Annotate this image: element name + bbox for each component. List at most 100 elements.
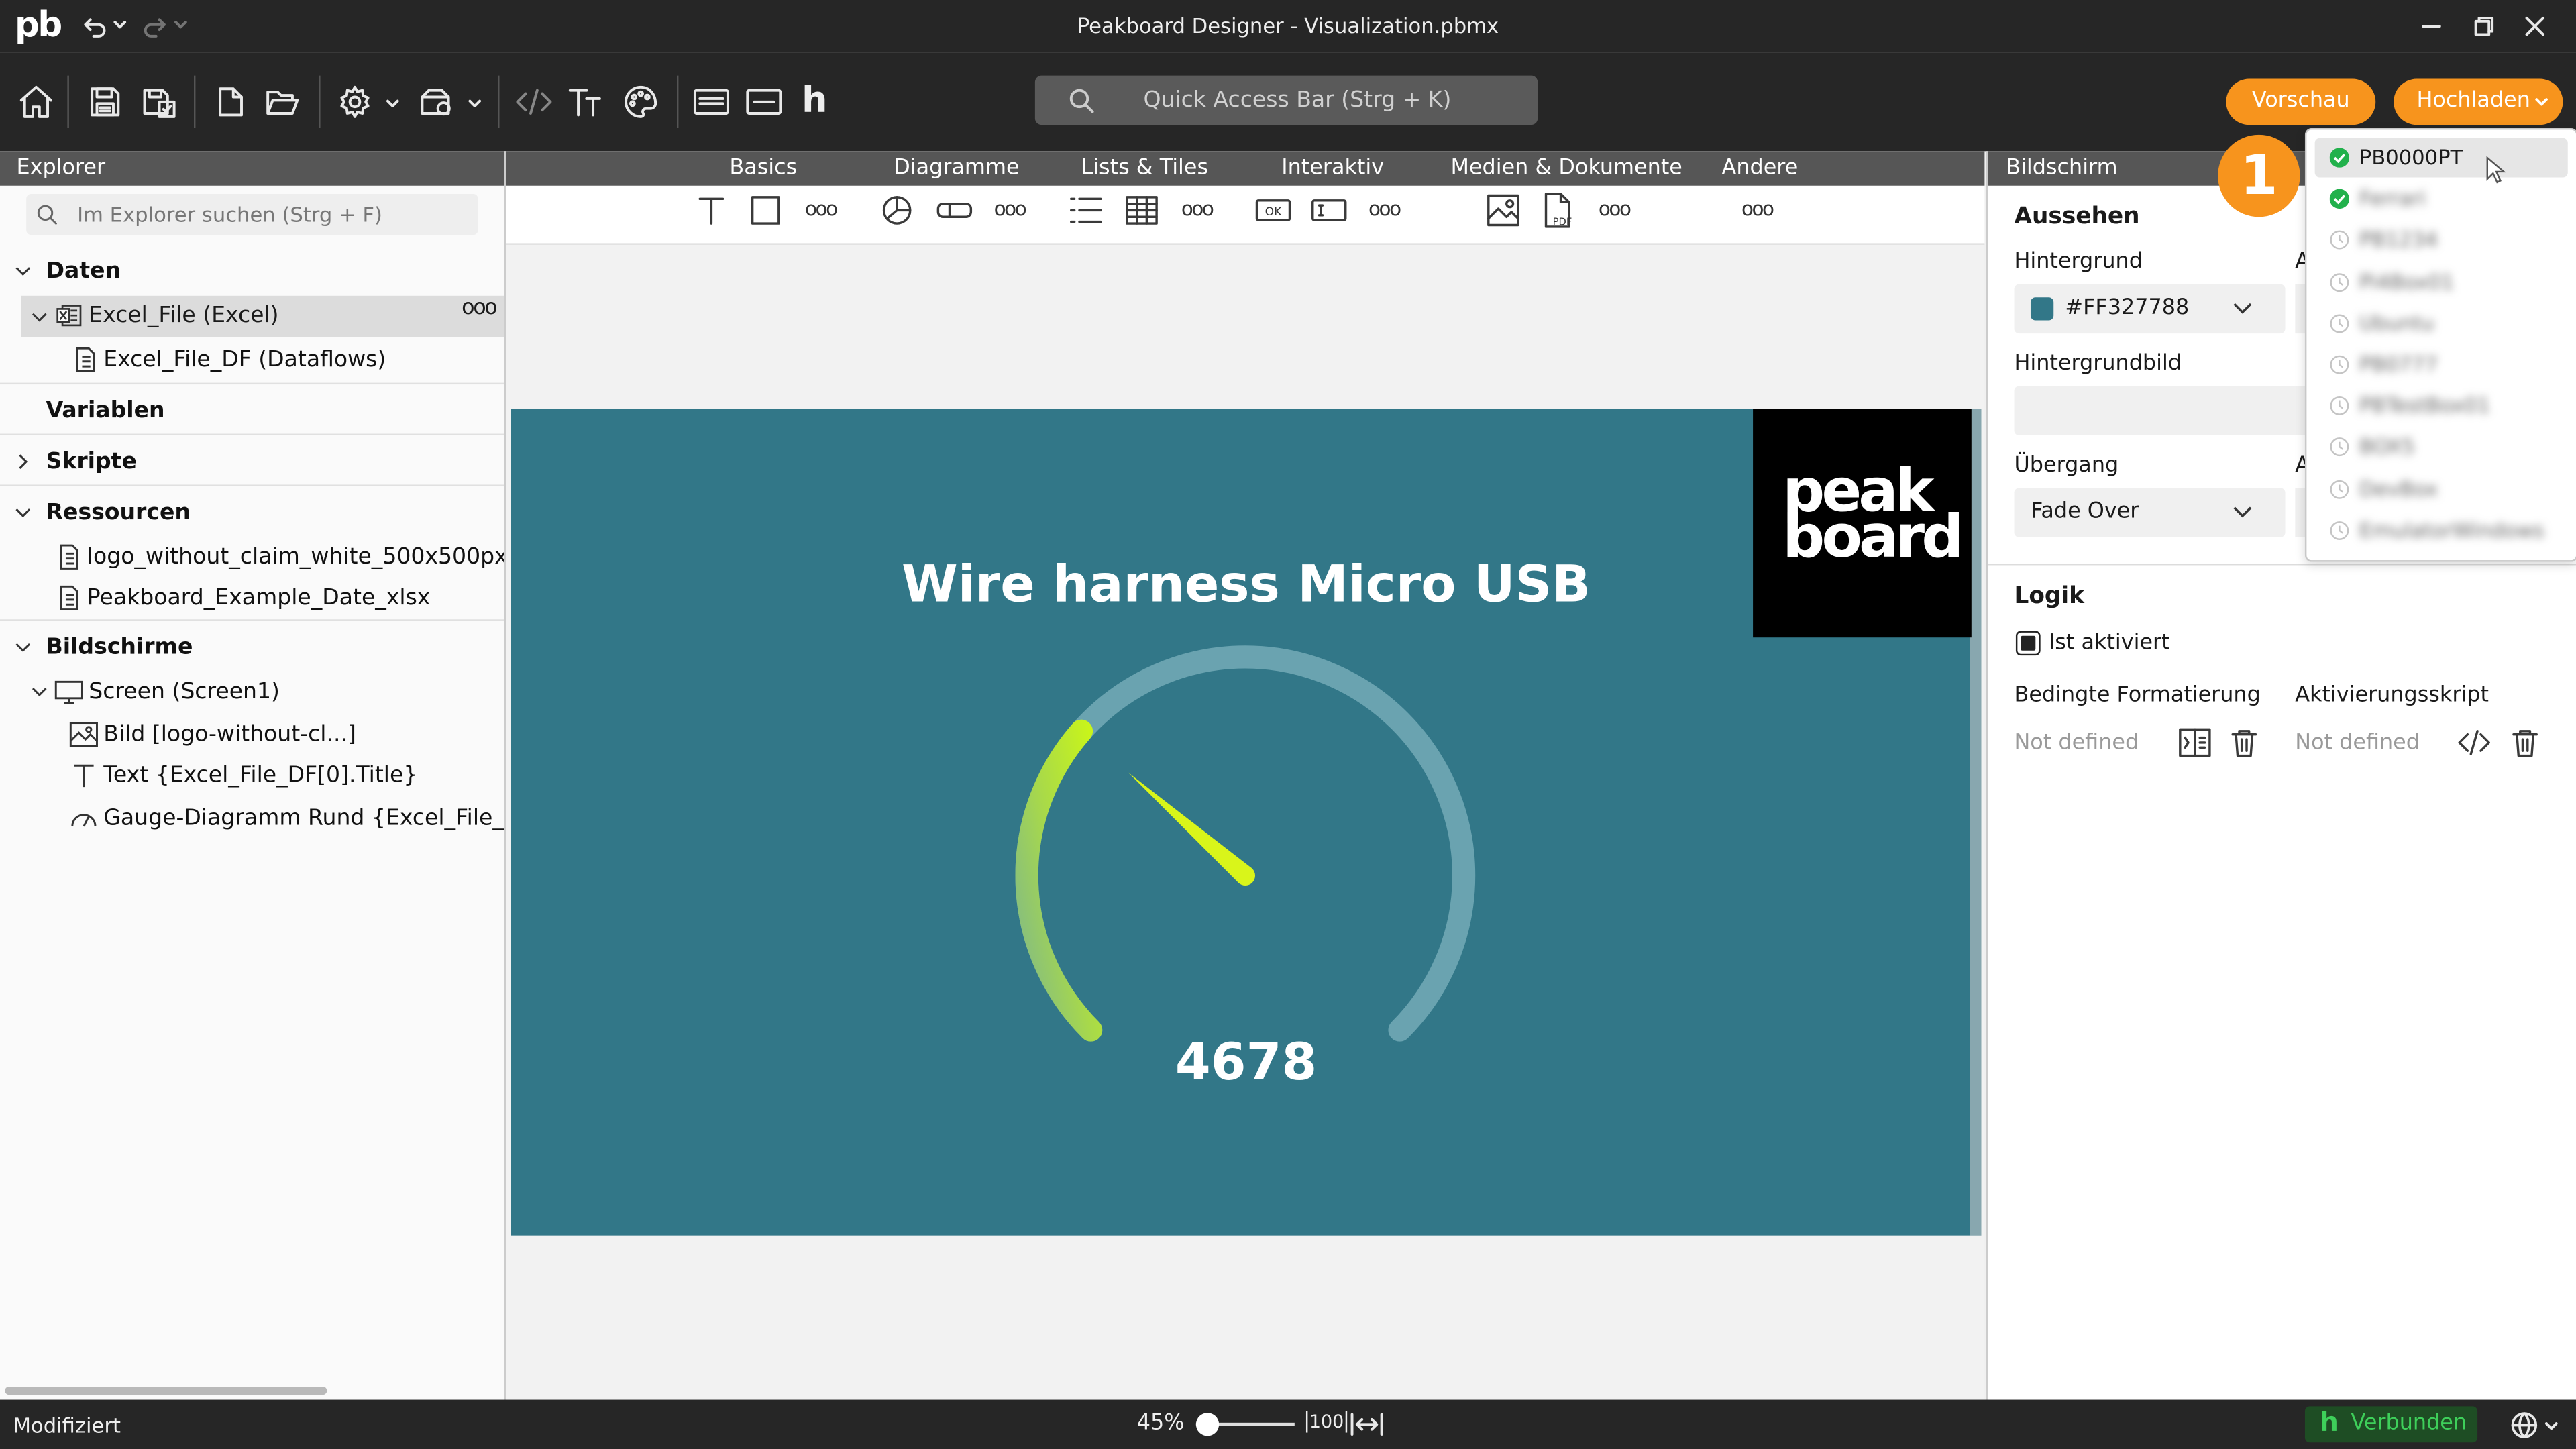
image-control-icon[interactable]	[1485, 193, 1521, 229]
medien-more-icon[interactable]: ooo	[1599, 197, 1631, 220]
tree-item-excel-file-df[interactable]: Excel_File_DF (Dataflows)	[0, 340, 504, 380]
fit-width-icon[interactable]	[1349, 1411, 1385, 1438]
upload-box-item[interactable]: BOX5	[2315, 428, 2568, 468]
delete-script-icon[interactable]	[2509, 726, 2542, 759]
delete-formatting-icon[interactable]	[2228, 726, 2261, 759]
button-control-icon[interactable]: OK	[1255, 194, 1291, 227]
ist-aktiviert-checkbox[interactable]	[2015, 631, 2041, 656]
zoom-slider-thumb[interactable]	[1195, 1413, 1220, 1436]
palette-category-interaktiv[interactable]: Interaktiv	[1281, 156, 1384, 181]
tree-item-bild[interactable]: Bild [logo-without-cl...]	[0, 714, 504, 754]
peakboard-box-icon[interactable]	[692, 82, 731, 121]
explorer-horizontal-scrollbar[interactable]	[5, 1386, 327, 1395]
open-folder-icon[interactable]	[263, 82, 303, 121]
code-icon[interactable]	[515, 82, 554, 121]
tree-item-resource-logo-label: logo_without_claim_white_500x500px_png	[87, 543, 504, 570]
chevron-down-icon[interactable]	[15, 504, 31, 521]
upload-box-name: Pi4Box01	[2359, 268, 2455, 294]
rectangle-control-icon[interactable]	[749, 194, 782, 227]
hub-icon[interactable]: h	[802, 80, 827, 121]
edit-script-icon[interactable]	[2456, 726, 2492, 759]
basics-more-icon[interactable]: ooo	[805, 197, 838, 220]
upload-box-item[interactable]: Pi4Box01	[2315, 262, 2568, 302]
upload-box-item[interactable]: DevBox	[2315, 469, 2568, 508]
tree-item-excel-file[interactable]: Excel_File (Excel) ooo	[21, 295, 504, 337]
pdf-control-icon[interactable]: PDF	[1541, 193, 1577, 229]
uebergang-select[interactable]: Fade Over	[2014, 488, 2286, 537]
andere-more-icon[interactable]: ooo	[1741, 197, 1774, 220]
chevron-down-icon[interactable]	[32, 309, 48, 325]
connected-badge[interactable]: h Verbunden	[2304, 1406, 2478, 1443]
settings-icon[interactable]	[335, 82, 375, 121]
restore-icon[interactable]	[2471, 13, 2497, 40]
palette-category-andere[interactable]: Andere	[1722, 156, 1799, 181]
upload-box-item[interactable]: Ubuntu	[2315, 304, 2568, 343]
connected-label: Verbunden	[2351, 1411, 2467, 1436]
language-chevron-icon[interactable]	[2542, 1416, 2561, 1436]
palette-category-medien[interactable]: Medien & Dokumente	[1450, 156, 1682, 181]
save-icon[interactable]	[85, 82, 125, 121]
box-settings-dropdown-chevron-icon[interactable]	[465, 94, 484, 113]
section-daten[interactable]: Daten	[0, 252, 504, 291]
edit-formatting-icon[interactable]	[2177, 726, 2213, 759]
chevron-down-icon[interactable]	[15, 263, 31, 279]
list-control-icon[interactable]	[1068, 194, 1104, 227]
upload-box-item[interactable]: PB0000PT	[2315, 138, 2568, 178]
hintergrundbild-input[interactable]	[2014, 386, 2315, 435]
globe-icon[interactable]	[2509, 1409, 2538, 1439]
upload-box-item[interactable]: PB1234	[2315, 221, 2568, 260]
chevron-down-icon[interactable]	[15, 639, 31, 655]
chevron-down-icon[interactable]	[32, 684, 48, 700]
tree-item-resource-example-label: Peakboard_Example_Date_xlsx	[87, 584, 431, 612]
table-control-icon[interactable]	[1124, 194, 1160, 227]
chevron-down-icon	[2233, 303, 2252, 314]
close-icon[interactable]	[2522, 13, 2548, 40]
save-all-icon[interactable]	[140, 82, 179, 121]
palette-category-lists-tiles[interactable]: Lists & Tiles	[1081, 156, 1208, 181]
upload-box-name: Ubuntu	[2359, 310, 2434, 335]
minimize-icon[interactable]	[2418, 13, 2445, 40]
zoom-100-icon[interactable]: 100	[1305, 1411, 1348, 1433]
settings-dropdown-chevron-icon[interactable]	[383, 94, 402, 113]
gauge-chart[interactable]	[511, 409, 1982, 1236]
interaktiv-more-icon[interactable]: ooo	[1368, 197, 1401, 220]
lists-more-icon[interactable]: ooo	[1181, 197, 1214, 220]
tree-item-screen[interactable]: Screen (Screen1)	[0, 672, 504, 712]
edge-icon[interactable]	[744, 82, 784, 121]
textbox-control-icon[interactable]	[1311, 194, 1347, 227]
more-options-icon[interactable]: ooo	[462, 296, 498, 321]
upload-box-item[interactable]: EmulatorWindows	[2315, 511, 2568, 550]
section-bildschirme[interactable]: Bildschirme	[0, 628, 504, 667]
explorer-search[interactable]: Im Explorer suchen (Strg + F)	[26, 193, 478, 235]
preview-button[interactable]: Vorschau	[2226, 78, 2376, 125]
upload-box-item[interactable]: Ferrari	[2315, 179, 2568, 219]
bar-control-icon[interactable]	[936, 194, 973, 227]
tree-item-resource-logo[interactable]: logo_without_claim_white_500x500px_png	[0, 537, 504, 577]
tree-item-resource-example[interactable]: Peakboard_Example_Date_xlsx	[0, 578, 504, 618]
zoom-slider[interactable]	[1195, 1413, 1295, 1436]
monitor-icon	[54, 680, 83, 704]
section-ressourcen[interactable]: Ressourcen	[0, 493, 504, 533]
new-file-icon[interactable]	[210, 82, 250, 121]
quick-access-bar[interactable]: Quick Access Bar (Strg + K)	[1034, 75, 1538, 125]
zoom-level: 45%	[1136, 1411, 1185, 1436]
tree-item-text[interactable]: Text {Excel_File_DF[0].Title}	[0, 756, 504, 796]
palette-icon[interactable]	[621, 82, 661, 121]
palette-category-diagramme[interactable]: Diagramme	[894, 156, 1019, 181]
text-control-icon[interactable]	[695, 194, 728, 227]
pie-chart-control-icon[interactable]	[881, 194, 914, 227]
screen-canvas[interactable]: peak board Wire harness Micro USB 4678	[511, 409, 1982, 1236]
hintergrund-color-select[interactable]: #FF327788	[2014, 284, 2286, 334]
diagramme-more-icon[interactable]: ooo	[994, 197, 1027, 220]
upload-box-item[interactable]: PBTestBox01	[2315, 386, 2568, 426]
palette-category-basics[interactable]: Basics	[729, 156, 797, 181]
upload-box-item[interactable]: PB0777	[2315, 345, 2568, 384]
chevron-right-icon[interactable]	[15, 453, 31, 470]
section-skripte[interactable]: Skripte	[0, 442, 504, 482]
tree-item-gauge[interactable]: Gauge-Diagramm Rund {Excel_File_DF[0	[0, 798, 504, 838]
text-style-icon[interactable]	[567, 82, 606, 121]
home-icon[interactable]	[16, 82, 56, 121]
box-settings-icon[interactable]	[417, 82, 457, 121]
upload-button[interactable]: Hochladen	[2394, 78, 2563, 125]
section-variablen[interactable]: Variablen	[0, 391, 504, 431]
